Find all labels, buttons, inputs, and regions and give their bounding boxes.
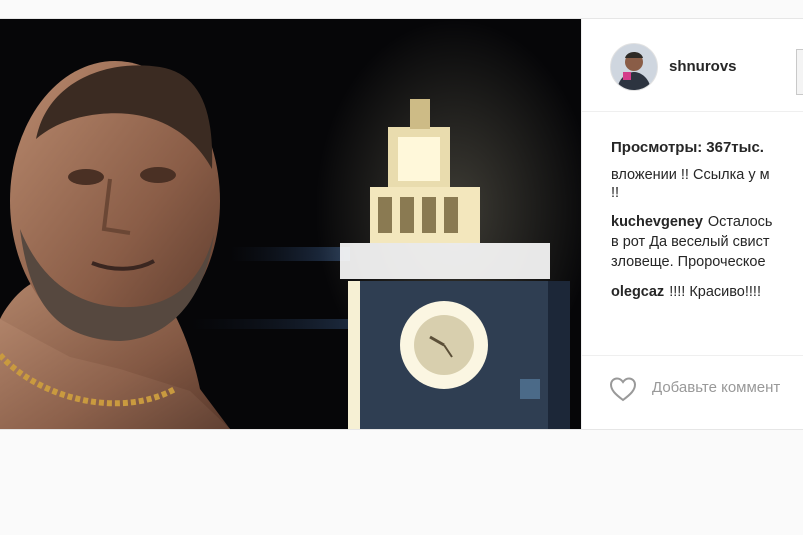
- comment-text: Осталось: [707, 214, 773, 230]
- scrollbar[interactable]: [796, 49, 803, 95]
- video-frame: [0, 19, 581, 429]
- post-video[interactable]: [0, 19, 581, 429]
- comment-text: !!!! Красиво!!!!: [669, 284, 761, 300]
- views-label: Просмотры:: [611, 139, 703, 156]
- avatar[interactable]: [610, 43, 658, 91]
- comment-username[interactable]: olegcaz: [611, 284, 664, 300]
- username[interactable]: shnurovs: [669, 58, 737, 75]
- heart-icon[interactable]: [609, 376, 637, 402]
- avatar-image: [611, 44, 657, 90]
- views-count: 367тыс.: [706, 139, 764, 156]
- comment-line: в рот Да веселый свист: [611, 234, 770, 250]
- comments-list: вложении !! Ссылка у м !! kuchevgeney Ост…: [611, 169, 803, 324]
- post-sidebar: shnurovs Просмотры: 367тыс. вложении !! С…: [581, 19, 803, 429]
- comment-line: kuchevgeney Осталось: [611, 213, 772, 232]
- post-header: shnurovs: [582, 19, 803, 112]
- comment-username[interactable]: kuchevgeney: [611, 214, 703, 230]
- add-comment-input[interactable]: Добавьте коммент: [652, 379, 780, 396]
- comment-line: зловеще. Пророческое: [611, 254, 766, 270]
- post-footer: Добавьте коммент: [582, 355, 803, 416]
- instagram-post: shnurovs Просмотры: 367тыс. вложении !! С…: [0, 18, 803, 430]
- views-counter: Просмотры: 367тыс.: [611, 139, 764, 156]
- comment-line: olegcaz !!!! Красиво!!!!: [611, 283, 761, 302]
- comment-line: вложении !! Ссылка у м: [611, 169, 770, 183]
- comment-line: !!: [611, 185, 620, 201]
